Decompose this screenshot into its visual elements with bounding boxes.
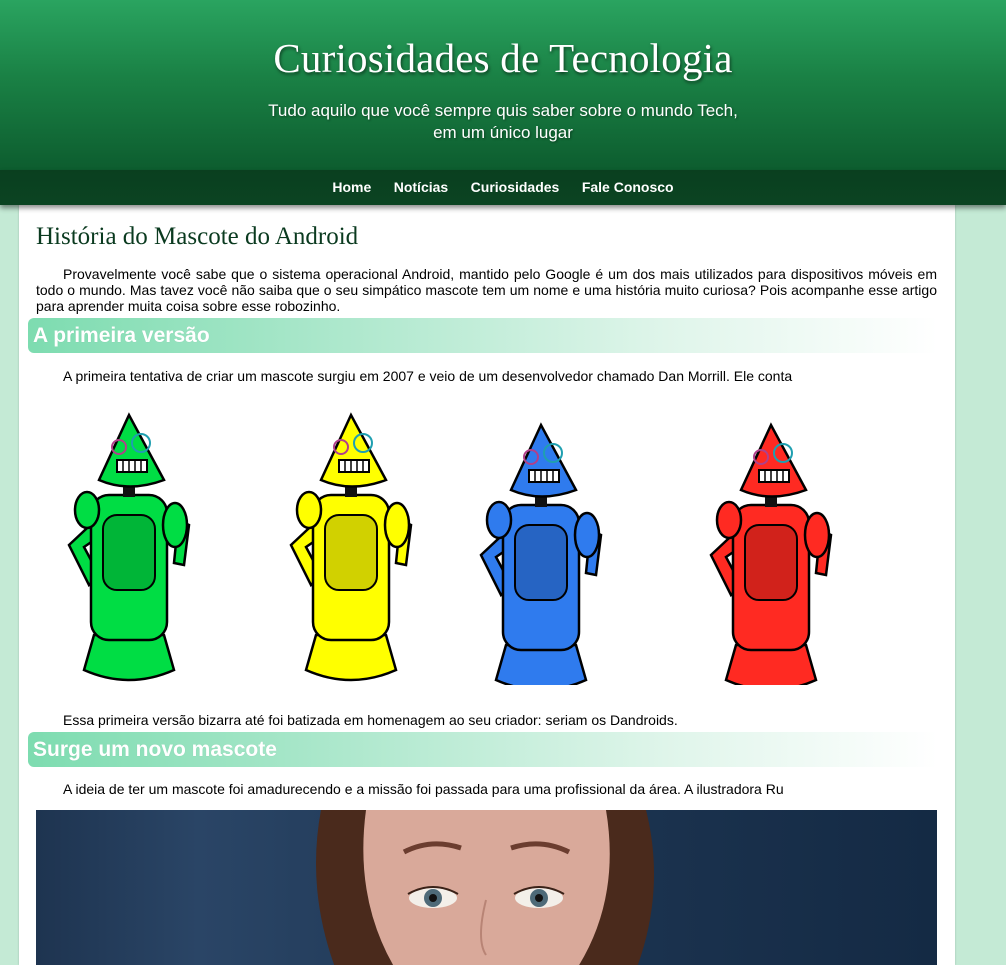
section-heading-novo-mascote: Surge um novo mascote (33, 738, 277, 761)
section-heading-bar-2: Surge um novo mascote (28, 732, 938, 767)
intro-paragraph: Provavelmente você sabe que o sistema op… (36, 266, 937, 314)
portrait-image (316, 810, 654, 965)
main-nav: Home Notícias Curiosidades Fale Conosco (0, 170, 1006, 205)
nav-fale-conosco[interactable]: Fale Conosco (582, 170, 674, 204)
site-subtitle: Tudo aquilo que você sempre quis saber s… (0, 100, 1006, 144)
site-subtitle-line-1: Tudo aquilo que você sempre quis saber s… (268, 101, 738, 120)
nav-home[interactable]: Home (332, 170, 371, 204)
section-2-text-before: A ideia de ter um mascote foi amadurecen… (63, 781, 784, 797)
section-1-text-before: A primeira tentativa de criar um mascote… (63, 368, 793, 384)
section-heading-primeira-versao: A primeira versão (33, 324, 210, 347)
article-title: História do Mascote do Android (36, 223, 359, 250)
article-container: História do Mascote do Android Provavelm… (19, 205, 955, 965)
nav-curiosidades[interactable]: Curiosidades (471, 170, 560, 204)
dandroids-image (67, 413, 833, 685)
blue-robot (479, 423, 603, 685)
site-header: Curiosidades de Tecnologia Tudo aquilo q… (0, 0, 1006, 170)
yellow-robot (289, 413, 413, 682)
site-subtitle-line-2: em um único lugar (433, 123, 573, 142)
green-robot (67, 413, 191, 682)
red-robot (709, 423, 833, 685)
nav-noticias[interactable]: Notícias (394, 170, 448, 204)
section-1-text-after: Essa primeira versão bizarra até foi bat… (63, 712, 678, 728)
illustrator-photo (36, 810, 937, 965)
site-title: Curiosidades de Tecnologia (273, 35, 733, 81)
section-heading-bar-1: A primeira versão (28, 318, 938, 353)
